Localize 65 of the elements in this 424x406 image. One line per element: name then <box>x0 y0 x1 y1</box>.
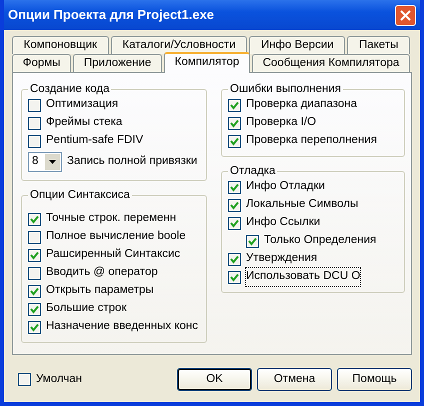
checkbox[interactable] <box>228 98 241 112</box>
check-icon <box>30 214 39 224</box>
checkbox-label: Фреймы стека <box>46 115 122 130</box>
dropdown-label: Запись полной привязки <box>67 154 198 170</box>
checkbox[interactable] <box>28 284 41 298</box>
checkbox-label: Только Определения <box>264 233 376 248</box>
checkbox-label: Локальные Символы <box>246 197 358 212</box>
checkbox[interactable] <box>228 198 241 212</box>
checkbox[interactable] <box>228 252 241 266</box>
checkbox[interactable] <box>228 216 241 230</box>
checkbox-label: Точные строк. переменн <box>46 211 176 226</box>
tab[interactable]: Сообщения Компилятора <box>252 54 410 72</box>
dropdown[interactable]: 8 <box>28 152 62 172</box>
checkbox-label: Проверка переполнения <box>246 133 377 148</box>
checkbox[interactable] <box>28 212 41 226</box>
checkbox[interactable] <box>246 234 259 248</box>
checkbox-label: Утверждения <box>246 251 318 266</box>
tab[interactable]: Каталоги/Условности <box>110 36 248 54</box>
checkbox[interactable] <box>28 266 41 280</box>
checkbox-label: Назначение введенных конс <box>46 319 198 334</box>
checkbox[interactable] <box>28 230 41 244</box>
checkbox[interactable] <box>28 116 41 130</box>
checkbox-label: Инфо Ссылки <box>246 215 320 230</box>
close-button[interactable] <box>395 4 416 26</box>
check-icon <box>30 250 39 260</box>
checkbox-label: Умолчан <box>36 372 82 387</box>
checkbox-label: Оптимизация <box>46 97 118 112</box>
dialog-button[interactable]: Помощь <box>337 368 412 391</box>
dropdown-value: 8 <box>32 154 38 170</box>
checkbox[interactable] <box>28 302 41 316</box>
checkbox-label: Рашсиренный Синтаксис <box>46 247 180 262</box>
dialog-button[interactable]: OK <box>177 368 252 391</box>
group-title: Ошибки выполнения <box>229 83 342 96</box>
checkbox[interactable] <box>28 98 41 112</box>
checkbox-label: Проверка I/O <box>246 115 316 130</box>
checkbox[interactable] <box>228 116 241 130</box>
checkbox-label: Использовать DCU О <box>246 268 360 286</box>
tab[interactable]: Пакеты <box>347 36 410 54</box>
checkbox-label: Полное вычисление boole <box>46 229 186 244</box>
checkbox[interactable] <box>228 270 241 284</box>
checkbox[interactable] <box>28 248 41 262</box>
checkbox-label: Проверка диапазона <box>246 97 358 112</box>
checkbox[interactable] <box>228 180 241 194</box>
checkbox-label: Большие строк <box>46 301 126 316</box>
tab[interactable]: Инфо Версии <box>249 36 346 54</box>
tab[interactable]: Приложение <box>73 54 162 72</box>
group-title: Опции Синтаксиса <box>29 189 131 202</box>
checkbox[interactable] <box>28 320 41 334</box>
checkbox[interactable] <box>28 134 41 148</box>
checkbox-label: Pentium-safe FDIV <box>46 133 144 148</box>
tab[interactable]: Формы <box>12 54 72 72</box>
caret-icon <box>49 160 56 164</box>
group-title: Отладка <box>229 165 276 178</box>
checkbox-label: Открыть параметры <box>46 283 154 298</box>
dropdown-button[interactable] <box>45 154 60 170</box>
checkbox[interactable] <box>228 134 241 148</box>
checkbox-label: Вводить @ оператор <box>46 265 158 280</box>
close-icon <box>400 10 411 20</box>
dialog-button[interactable]: Отмена <box>257 368 332 391</box>
tab[interactable]: Компоновщик <box>12 36 109 54</box>
checkbox[interactable] <box>18 373 31 386</box>
tab[interactable]: Компилятор <box>164 52 250 73</box>
checkbox-label: Инфо Отладки <box>246 179 325 194</box>
group-title: Создание кода <box>29 83 110 96</box>
window-title: Опции Проекта для Project1.exe <box>8 6 214 24</box>
